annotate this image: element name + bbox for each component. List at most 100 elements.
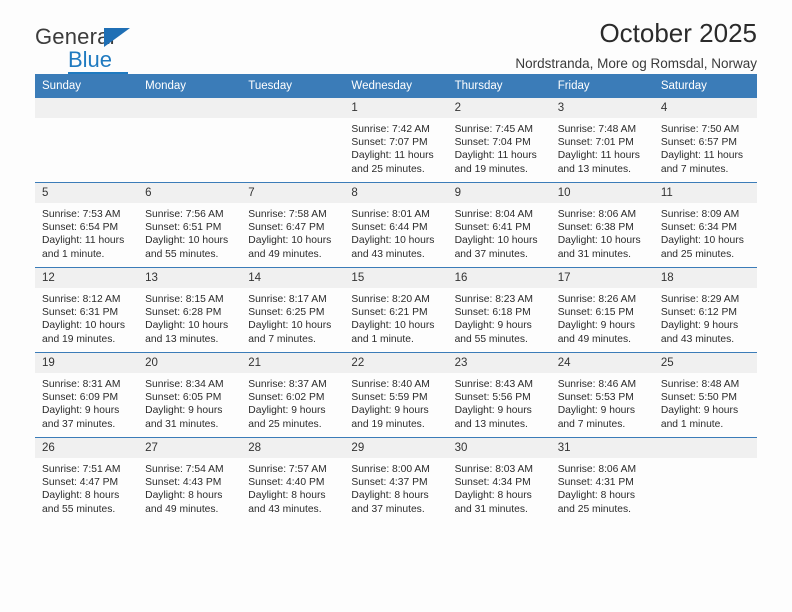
calendar-day-cell[interactable]: 18 Sunrise: 8:29 AM Sunset: 6:12 PM Dayligh…: [653, 267, 757, 353]
day-details: Sunrise: 8:43 AM Sunset: 5:56 PM Daylight:…: [448, 373, 551, 431]
sunrise-text: Sunrise: 7:54 AM: [145, 464, 224, 475]
calendar-day-cell[interactable]: 30 Sunrise: 8:03 AM Sunset: 4:34 PM Dayligh…: [447, 437, 551, 522]
day-details: Sunrise: 7:54 AM Sunset: 4:43 PM Daylight:…: [138, 458, 241, 516]
day-details: Sunrise: 7:53 AM Sunset: 6:54 PM Daylight:…: [35, 203, 138, 261]
daylight-text-line2: and 7 minutes.: [660, 163, 729, 175]
daylight-text-line2: and 43 minutes.: [660, 333, 735, 345]
calendar-day-cell[interactable]: 23 Sunrise: 8:43 AM Sunset: 5:56 PM Dayligh…: [447, 352, 551, 438]
calendar-day-cell[interactable]: 31 Sunrise: 8:06 AM Sunset: 4:31 PM Dayligh…: [550, 437, 654, 522]
sunrise-text: Sunrise: 7:42 AM: [351, 124, 430, 135]
daylight-text-line1: Daylight: 9 hours: [454, 405, 532, 417]
day-number: 21: [241, 353, 345, 373]
sunrise-text: Sunrise: 7:51 AM: [42, 464, 121, 475]
calendar-day-cell[interactable]: 3 Sunrise: 7:48 AM Sunset: 7:01 PM Daylight…: [550, 98, 654, 183]
day-details: Sunrise: 8:29 AM Sunset: 6:12 PM Daylight:…: [654, 288, 757, 346]
day-details: Sunrise: 8:12 AM Sunset: 6:31 PM Daylight:…: [35, 288, 138, 346]
sunrise-text: Sunrise: 8:26 AM: [557, 294, 637, 305]
sunrise-text: Sunrise: 7:48 AM: [557, 124, 637, 135]
calendar-day-cell[interactable]: 8 Sunrise: 8:01 AM Sunset: 6:44 PM Daylight…: [344, 182, 448, 268]
sunset-text: Sunset: 6:38 PM: [557, 222, 634, 234]
calendar-day-cell[interactable]: 28 Sunrise: 7:57 AM Sunset: 4:40 PM Dayligh…: [241, 437, 345, 522]
sunrise-text: Sunrise: 8:20 AM: [351, 294, 430, 305]
daylight-text-line1: Daylight: 10 hours: [351, 235, 435, 247]
calendar-day-cell[interactable]: 15 Sunrise: 8:20 AM Sunset: 6:21 PM Dayligh…: [344, 267, 448, 353]
calendar-week-row: 26 Sunrise: 7:51 AM Sunset: 4:47 PM Dayligh…: [35, 437, 757, 522]
sunset-text: Sunset: 4:37 PM: [351, 477, 428, 489]
calendar-day-cell[interactable]: 2 Sunrise: 7:45 AM Sunset: 7:04 PM Daylight…: [447, 98, 551, 183]
calendar-day-cell[interactable]: 13 Sunrise: 8:15 AM Sunset: 6:28 PM Dayligh…: [138, 267, 242, 353]
day-details: Sunrise: 8:34 AM Sunset: 6:05 PM Daylight:…: [138, 373, 241, 431]
daylight-text-line2: and 1 minute.: [351, 333, 414, 345]
daylight-text-line1: Daylight: 9 hours: [557, 320, 635, 332]
day-number: 8: [344, 183, 448, 203]
daylight-text-line1: Daylight: 11 hours: [454, 150, 537, 162]
day-details: Sunrise: 8:06 AM Sunset: 4:31 PM Daylight:…: [551, 458, 654, 516]
generalblue-logo[interactable]: General Blue: [35, 26, 165, 74]
weekday-header-thursday: Thursday: [447, 74, 551, 98]
sunrise-text: Sunrise: 8:46 AM: [557, 379, 637, 390]
logo-underline: [68, 72, 128, 74]
day-details: Sunrise: 8:15 AM Sunset: 6:28 PM Daylight:…: [138, 288, 241, 346]
calendar-day-cell[interactable]: 25 Sunrise: 8:48 AM Sunset: 5:50 PM Dayligh…: [653, 352, 757, 438]
sunset-text: Sunset: 4:47 PM: [42, 477, 119, 489]
daylight-text-line2: and 31 minutes.: [557, 248, 631, 260]
daylight-text-line1: Daylight: 11 hours: [660, 150, 744, 162]
sunset-text: Sunset: 5:53 PM: [557, 392, 634, 404]
daylight-text-line1: Daylight: 10 hours: [145, 235, 229, 247]
weekday-header-friday: Friday: [550, 74, 654, 98]
calendar-day-cell[interactable]: 7 Sunrise: 7:58 AM Sunset: 6:47 PM Daylight…: [241, 182, 345, 268]
calendar-day-cell[interactable]: 5 Sunrise: 7:53 AM Sunset: 6:54 PM Daylight…: [35, 182, 139, 268]
daylight-text-line2: and 25 minutes.: [351, 163, 425, 175]
sunrise-text: Sunrise: 8:04 AM: [454, 209, 533, 220]
calendar-day-cell[interactable]: 12 Sunrise: 8:12 AM Sunset: 6:31 PM Dayligh…: [35, 267, 139, 353]
day-details: Sunrise: 7:42 AM Sunset: 7:07 PM Daylight:…: [344, 118, 447, 176]
calendar-day-cell[interactable]: 22 Sunrise: 8:40 AM Sunset: 5:59 PM Dayligh…: [344, 352, 448, 438]
sunset-text: Sunset: 5:56 PM: [454, 392, 531, 404]
calendar-day-cell[interactable]: 4 Sunrise: 7:50 AM Sunset: 6:57 PM Daylight…: [653, 98, 757, 183]
calendar-day-cell[interactable]: 24 Sunrise: 8:46 AM Sunset: 5:53 PM Dayligh…: [550, 352, 654, 438]
calendar-day-cell[interactable]: 20 Sunrise: 8:34 AM Sunset: 6:05 PM Dayligh…: [138, 352, 242, 438]
day-number: 24: [550, 353, 654, 373]
calendar-day-cell[interactable]: 11 Sunrise: 8:09 AM Sunset: 6:34 PM Dayligh…: [653, 182, 757, 268]
calendar-day-cell[interactable]: 27 Sunrise: 7:54 AM Sunset: 4:43 PM Dayligh…: [138, 437, 242, 522]
daylight-text-line2: and 31 minutes.: [145, 418, 219, 430]
daylight-text-line1: Daylight: 8 hours: [454, 490, 532, 502]
day-number: 10: [550, 183, 654, 203]
calendar-day-cell[interactable]: 16 Sunrise: 8:23 AM Sunset: 6:18 PM Dayligh…: [447, 267, 551, 353]
day-details: Sunrise: 8:37 AM Sunset: 6:02 PM Daylight:…: [241, 373, 344, 431]
calendar-day-cell[interactable]: 6 Sunrise: 7:56 AM Sunset: 6:51 PM Daylight…: [138, 182, 242, 268]
daylight-text-line2: and 13 minutes.: [145, 333, 219, 345]
day-details: Sunrise: 7:56 AM Sunset: 6:51 PM Daylight:…: [138, 203, 241, 261]
page-subtitle: Nordstranda, More og Romsdal, Norway: [515, 56, 757, 71]
calendar-day-cell[interactable]: 17 Sunrise: 8:26 AM Sunset: 6:15 PM Dayligh…: [550, 267, 654, 353]
calendar-day-cell[interactable]: 29 Sunrise: 8:00 AM Sunset: 4:37 PM Dayligh…: [344, 437, 448, 522]
daylight-text-line2: and 25 minutes.: [660, 248, 735, 260]
day-number: 20: [138, 353, 242, 373]
daylight-text-line2: and 37 minutes.: [351, 503, 425, 515]
day-details: Sunrise: 8:01 AM Sunset: 6:44 PM Daylight:…: [344, 203, 447, 261]
day-details: Sunrise: 7:45 AM Sunset: 7:04 PM Daylight:…: [448, 118, 551, 176]
calendar-day-cell[interactable]: 9 Sunrise: 8:04 AM Sunset: 6:41 PM Daylight…: [447, 182, 551, 268]
sunset-text: Sunset: 4:40 PM: [248, 477, 325, 489]
daylight-text-line1: Daylight: 10 hours: [42, 320, 125, 332]
sunrise-text: Sunrise: 8:03 AM: [454, 464, 533, 475]
sunset-text: Sunset: 6:18 PM: [454, 307, 531, 319]
calendar-day-cell[interactable]: 21 Sunrise: 8:37 AM Sunset: 6:02 PM Dayligh…: [241, 352, 345, 438]
calendar-day-cell[interactable]: 19 Sunrise: 8:31 AM Sunset: 6:09 PM Dayligh…: [35, 352, 139, 438]
calendar-body: 1 Sunrise: 7:42 AM Sunset: 7:07 PM Daylight…: [35, 98, 757, 522]
calendar-day-cell[interactable]: 14 Sunrise: 8:17 AM Sunset: 6:25 PM Dayligh…: [241, 267, 345, 353]
day-number: 29: [344, 438, 448, 458]
daylight-text-line1: Daylight: 8 hours: [145, 490, 223, 502]
daylight-text-line1: Daylight: 9 hours: [454, 320, 532, 332]
day-details: Sunrise: 8:48 AM Sunset: 5:50 PM Daylight:…: [654, 373, 757, 431]
daylight-text-line1: Daylight: 9 hours: [42, 405, 120, 417]
triangle-icon: [104, 28, 130, 47]
calendar-day-cell[interactable]: 26 Sunrise: 7:51 AM Sunset: 4:47 PM Dayligh…: [35, 437, 139, 522]
page-header: General Blue October 2025 Nordstranda, M…: [35, 0, 757, 74]
sunrise-text: Sunrise: 8:34 AM: [145, 379, 224, 390]
daylight-text-line2: and 19 minutes.: [454, 163, 528, 175]
calendar-day-cell[interactable]: 1 Sunrise: 7:42 AM Sunset: 7:07 PM Daylight…: [344, 98, 448, 183]
calendar-day-cell[interactable]: 10 Sunrise: 8:06 AM Sunset: 6:38 PM Dayligh…: [550, 182, 654, 268]
day-number: 7: [241, 183, 345, 203]
daylight-text-line1: Daylight: 10 hours: [248, 320, 332, 332]
